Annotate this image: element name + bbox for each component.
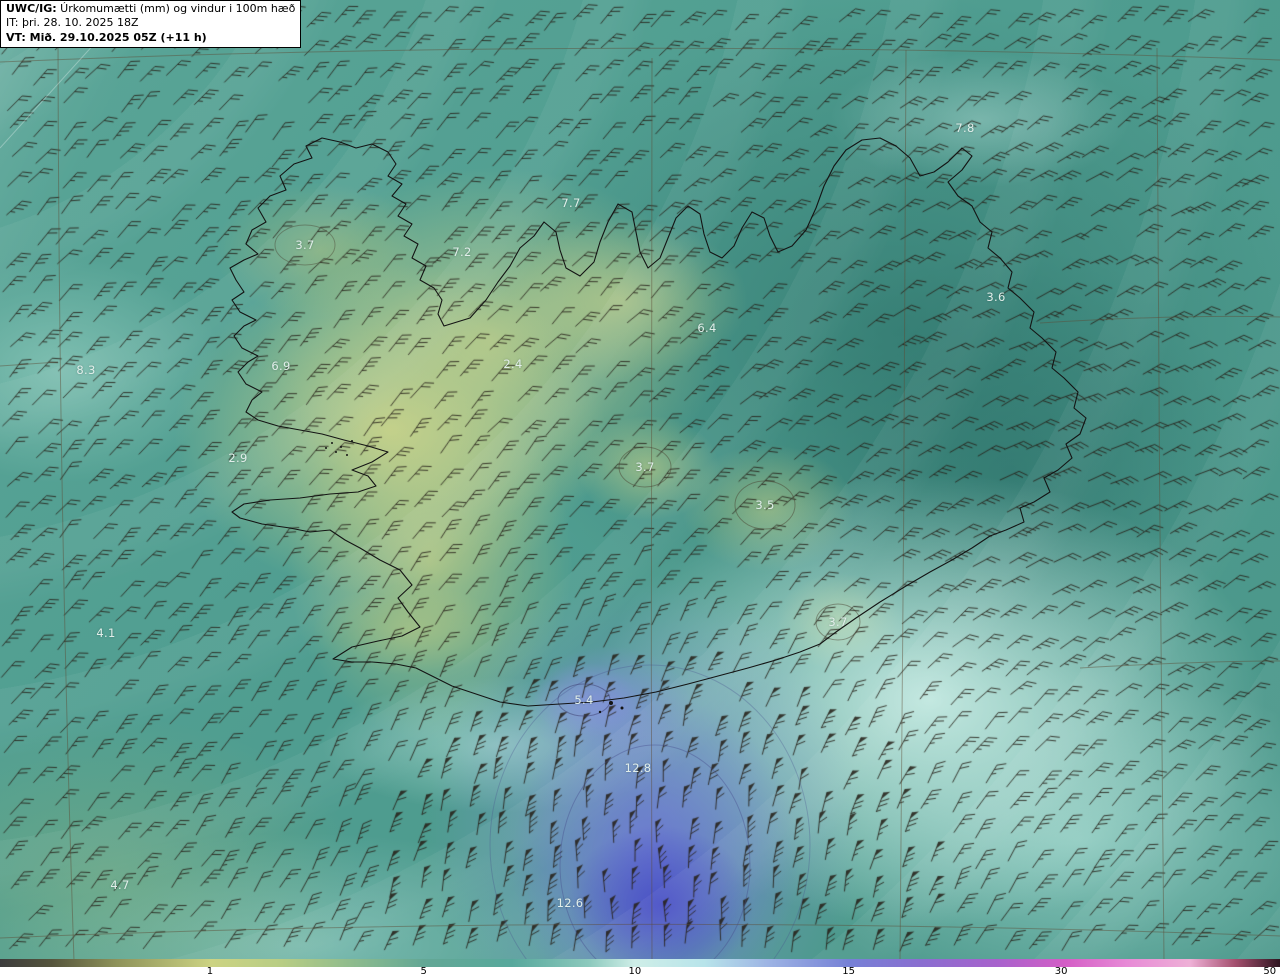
precip-value-label: 12.8 <box>624 761 652 775</box>
title-box: UWC/IG: Úrkomumætti (mm) og vindur i 100… <box>0 0 302 48</box>
precip-value-label: 4.1 <box>96 626 116 640</box>
precip-value-label: 3.7 <box>635 460 655 474</box>
scale-tick-label: 50 <box>1263 966 1277 977</box>
precip-value-label: 2.4 <box>503 357 523 371</box>
precip-value-label: 3.5 <box>755 498 775 512</box>
precip-value-label: 6.9 <box>271 359 291 373</box>
precip-value-label: 4.7 <box>110 878 130 892</box>
product-title: Úrkomumætti (mm) og vindur i 100m hæð <box>56 2 296 15</box>
precip-value-label: 8.3 <box>76 363 96 377</box>
valid-time: VT: Mið. 29.10.2025 05Z (+11 h) <box>6 30 207 44</box>
color-scale-ticks: 1 5 10 15 30 50 <box>0 966 1280 978</box>
precip-value-label: 7.2 <box>452 245 472 259</box>
value-labels-layer: 7.8 7.7 3.7 7.2 3.6 6.4 8.3 6.9 2.4 2.9 3.7 3.5 3.7 4… <box>0 0 1280 978</box>
precip-value-label: 5.4 <box>574 693 594 707</box>
product-code: UWC/IG: <box>6 2 57 15</box>
scale-tick-label: 10 <box>628 966 642 977</box>
product-title-line: UWC/IG: Úrkomumætti (mm) og vindur i 100… <box>1 2 300 16</box>
init-time: IT: þri. 28. 10. 2025 18Z <box>6 16 139 30</box>
scale-tick-label: 30 <box>1054 966 1068 977</box>
color-scale: 1 5 10 15 30 50 <box>0 959 1280 978</box>
precip-value-label: 12.6 <box>556 896 584 910</box>
scale-tick-label: 15 <box>842 966 855 977</box>
precip-value-label: 3.7 <box>295 238 315 252</box>
scale-tick-label: 5 <box>420 966 427 977</box>
precip-value-label: 7.7 <box>561 196 581 210</box>
weather-map: 7.8 7.7 3.7 7.2 3.6 6.4 8.3 6.9 2.4 2.9 3.7 3.5 3.7 4… <box>0 0 1280 978</box>
precip-value-label: 3.7 <box>828 615 848 629</box>
scale-tick-label: 1 <box>206 966 214 977</box>
precip-value-label: 7.8 <box>955 121 975 135</box>
precip-value-label: 3.6 <box>986 290 1006 304</box>
precip-value-label: 2.9 <box>228 451 248 465</box>
precip-value-label: 6.4 <box>697 321 717 335</box>
